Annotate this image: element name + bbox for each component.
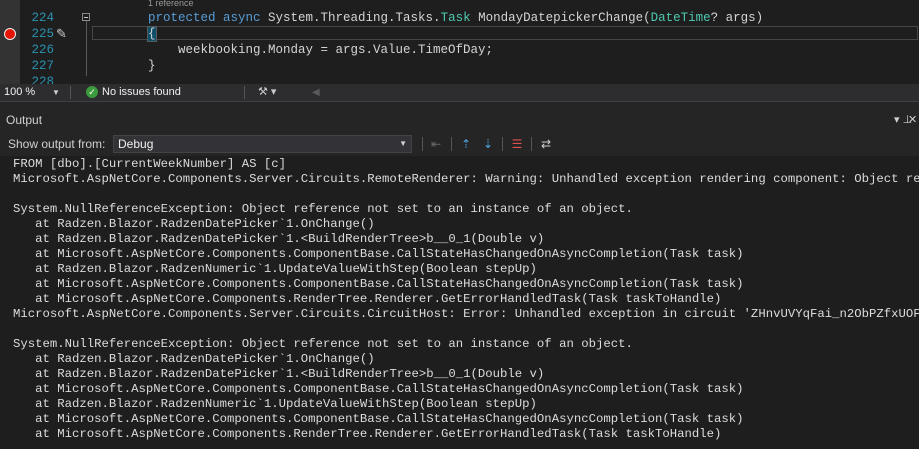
editor-status-bar: 100 % ▼ ✓ No issues found ⚒ ▾ ◀ — [0, 84, 919, 101]
divider — [422, 137, 423, 151]
codelens-references[interactable]: 1 reference — [148, 0, 194, 8]
code-editor[interactable]: ✎ 1 reference 224 protected async System.… — [0, 0, 919, 84]
output-line: at Radzen.Blazor.RadzenNumeric`1.UpdateV… — [13, 262, 537, 276]
output-line: at Microsoft.AspNetCore.Components.Compo… — [13, 412, 744, 426]
code-token: } — [148, 59, 156, 73]
show-output-label: Show output from: — [8, 137, 106, 151]
output-toolbar: Show output from: Debug ▼ ⇤ ⇡ ⇣ ☰ ⇄ — [0, 133, 919, 155]
output-source-value: Debug — [118, 137, 154, 151]
output-line: at Radzen.Blazor.RadzenDatePicker`1.<Bui… — [13, 232, 545, 246]
output-line: at Microsoft.AspNetCore.Components.Compo… — [13, 277, 744, 291]
output-line: at Radzen.Blazor.RadzenDatePicker`1.OnCh… — [13, 217, 375, 231]
code-token: ? args) — [710, 11, 764, 25]
code-token: System.Threading.Tasks. — [268, 11, 441, 25]
output-source-select[interactable]: Debug ▼ — [113, 135, 412, 153]
divider — [70, 86, 71, 99]
clear-all-icon[interactable]: ☰ — [509, 136, 525, 152]
code-line[interactable]: 224 protected async System.Threading.Task… — [0, 10, 919, 26]
word-wrap-icon[interactable]: ⇄ — [538, 136, 554, 152]
navigate-back-icon[interactable]: ◀ — [312, 84, 320, 101]
code-line[interactable]: 228 — [0, 74, 919, 84]
code-cleanup-icon[interactable]: ⚒ ▾ — [258, 84, 276, 101]
output-line: at Radzen.Blazor.RadzenDatePicker`1.OnCh… — [13, 352, 375, 366]
output-panel: Output ▾ ⊥ ✕ Show output from: Debug ▼ ⇤… — [0, 101, 919, 449]
output-text-area[interactable]: FROM [dbo].[CurrentWeekNumber] AS [c] Mic… — [0, 156, 919, 449]
code-token: { — [147, 26, 157, 42]
output-line: System.NullReferenceException: Object re… — [13, 202, 633, 216]
output-line: at Microsoft.AspNetCore.Components.Compo… — [13, 247, 744, 261]
code-token: protected async — [148, 11, 269, 25]
code-token: Task — [440, 11, 471, 25]
output-line: at Radzen.Blazor.RadzenNumeric`1.UpdateV… — [13, 397, 537, 411]
code-text[interactable]: } — [148, 58, 156, 74]
code-text[interactable]: { — [147, 26, 157, 42]
zoom-level[interactable]: 100 % — [4, 84, 35, 101]
line-number: 227 — [31, 59, 54, 73]
issues-status[interactable]: No issues found — [102, 84, 181, 101]
code-line[interactable]: 227} — [0, 58, 919, 74]
output-line: FROM [dbo].[CurrentWeekNumber] AS [c] — [13, 157, 287, 171]
line-number: 226 — [31, 43, 54, 57]
panel-title: Output — [6, 113, 43, 127]
panel-header: Output ▾ ⊥ ✕ — [0, 110, 919, 130]
code-line[interactable]: 226 weekbooking.Monday = args.Value.Time… — [0, 42, 919, 58]
output-line: Microsoft.AspNetCore.Components.Server.C… — [13, 307, 919, 321]
check-circle-icon: ✓ — [86, 86, 98, 98]
output-line: at Microsoft.AspNetCore.Components.Rende… — [13, 427, 722, 441]
output-line: Microsoft.AspNetCore.Components.Server.C… — [13, 172, 919, 186]
output-line: System.NullReferenceException: Object re… — [13, 337, 633, 351]
line-number: 224 — [31, 11, 54, 25]
code-text[interactable]: weekbooking.Monday = args.Value.TimeOfDa… — [148, 42, 493, 58]
output-line: at Microsoft.AspNetCore.Components.Compo… — [13, 382, 744, 396]
chevron-down-icon[interactable]: ▼ — [52, 84, 60, 101]
next-message-icon[interactable]: ⇣ — [480, 136, 496, 152]
close-icon[interactable]: ✕ — [908, 110, 917, 130]
code-text[interactable]: protected async System.Threading.Tasks.T… — [148, 10, 763, 26]
line-number: 228 — [31, 75, 54, 84]
go-to-line-icon[interactable]: ⇤ — [428, 136, 444, 152]
divider — [531, 137, 532, 151]
divider — [451, 137, 452, 151]
previous-message-icon[interactable]: ⇡ — [458, 136, 474, 152]
output-line: at Radzen.Blazor.RadzenDatePicker`1.<Bui… — [13, 367, 545, 381]
chevron-down-icon[interactable]: ▼ — [399, 136, 407, 152]
divider — [244, 86, 245, 99]
code-token: MondayDatepickerChange( — [470, 11, 651, 25]
line-number: 225 — [31, 27, 54, 41]
output-line: at Microsoft.AspNetCore.Components.Rende… — [13, 292, 722, 306]
code-line[interactable]: 225 { — [0, 26, 919, 42]
divider — [502, 137, 503, 151]
code-token: weekbooking.Monday = args.Value.TimeOfDa… — [148, 43, 494, 57]
code-token: DateTime — [650, 11, 711, 25]
